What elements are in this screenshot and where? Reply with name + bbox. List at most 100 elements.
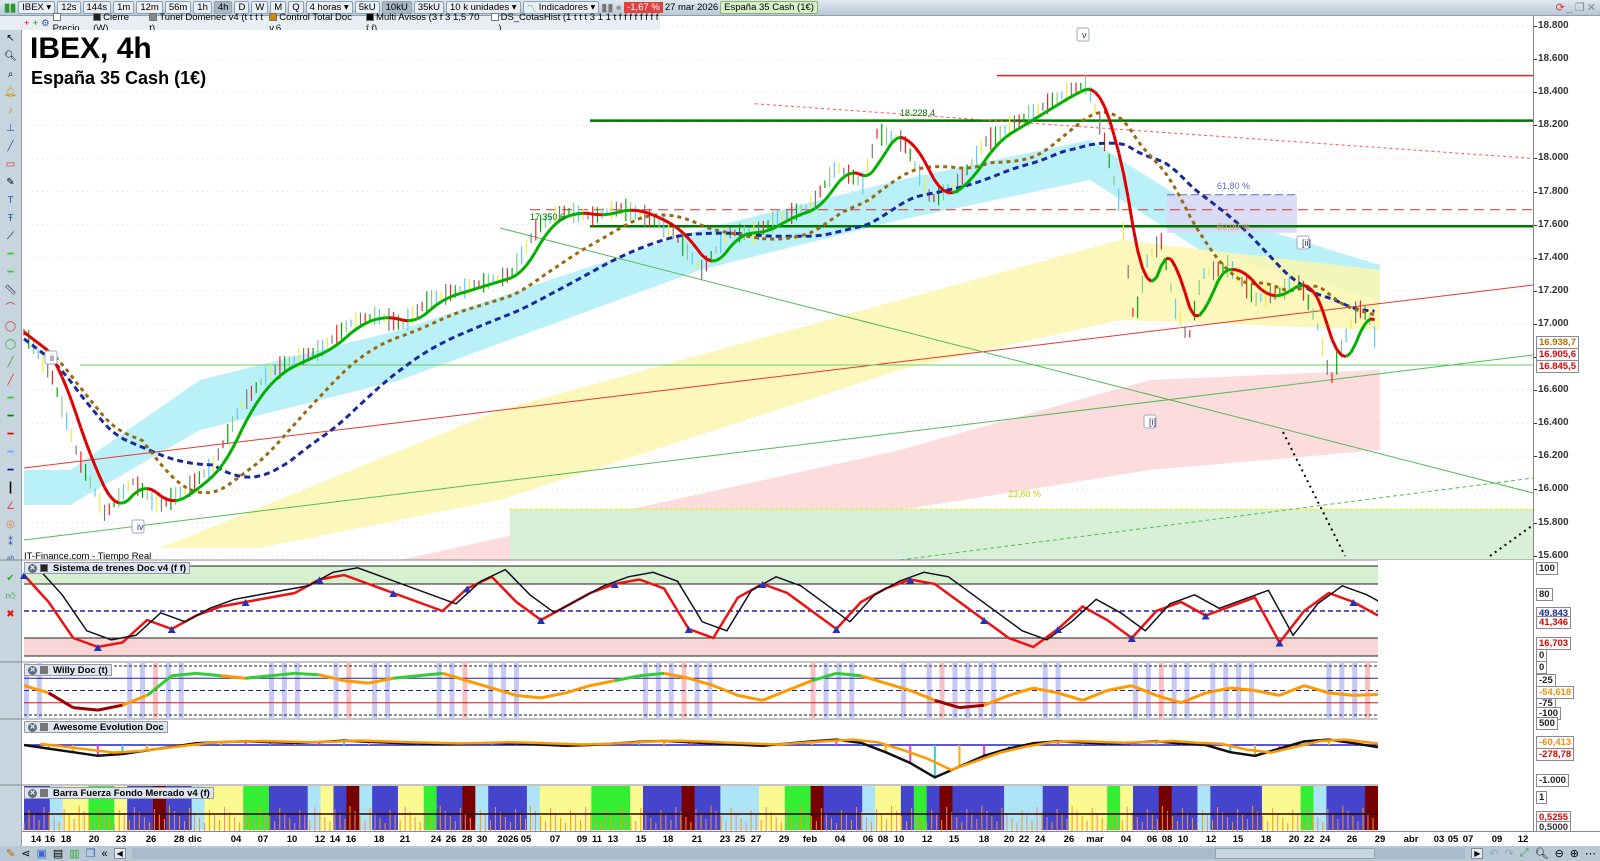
ma-fast [454, 292, 461, 297]
panel-title: Barra Fuerza Fondo Mercado v4 (f) [53, 787, 210, 799]
date-axis[interactable]: 14 16 18 20 23 26 28 dic 04 07 10 12 14 16 18 21 24 26 28 3… [22, 831, 1600, 846]
date-tick: 20 [1003, 834, 1015, 845]
close-panel-icon[interactable]: ✕ [28, 563, 37, 573]
force-bar [1094, 786, 1108, 830]
zoom-fit-icon[interactable]: 🔍︎ [1535, 847, 1549, 860]
ma-fast [317, 352, 324, 357]
ma-fast [1303, 283, 1309, 289]
ma-fast [857, 172, 864, 177]
willy-line [983, 694, 1010, 707]
force-bar [797, 786, 812, 830]
willy-line [1008, 686, 1034, 697]
horizontal-scrollbar[interactable] [131, 848, 1466, 859]
date-tick: 15 [635, 834, 647, 845]
force-bar [836, 786, 850, 830]
force-bar [1352, 786, 1366, 830]
date-tick: abr [1403, 834, 1419, 845]
date-tick: feb [802, 834, 818, 845]
zoom-out-icon[interactable]: ⊖ [1555, 847, 1564, 860]
panel-color-icon [40, 789, 48, 797]
draw-icon[interactable]: ✎ [6, 847, 15, 860]
force-bar [1313, 786, 1327, 830]
refresh-icon[interactable]: ⟳ [1556, 1, 1565, 14]
price-axis[interactable]: 18.800 18.600 18.400 18.200 18.000 17.800 17.6… [1533, 16, 1600, 846]
date-tick: 14 [329, 834, 341, 845]
date-tick: 06 [862, 834, 874, 845]
date-tick: 03 [1433, 834, 1445, 845]
date-tick: 26 [145, 834, 157, 845]
panel-axis-tick: 100 [1536, 562, 1558, 575]
restore-icon[interactable]: ❐ [1575, 1, 1585, 14]
close-icon[interactable]: ✕ [1587, 1, 1596, 14]
price-tick: 16.000 [1534, 483, 1569, 495]
panel-header-awesome[interactable]: ✕ Awesome Evolution Doc [24, 721, 168, 733]
force-bar [256, 786, 270, 830]
force-bar [926, 786, 941, 830]
panel-color-icon [40, 723, 48, 731]
ma-fast [620, 209, 627, 213]
date-tick: 09 [576, 834, 588, 845]
ma-fast [758, 230, 764, 235]
chat-icon[interactable]: ▣ [36, 847, 46, 860]
force-bar [281, 786, 296, 830]
willy-line [885, 681, 911, 692]
panel-header-willy[interactable]: ✕ Willy Doc (t) [24, 664, 112, 676]
date-tick: 12 [1517, 834, 1529, 845]
panel-header-trenes[interactable]: ✕ Sistema de trenes Doc v4 (f f) [24, 562, 191, 574]
windows-icon[interactable]: ❐ [86, 847, 96, 860]
willy-line [1303, 684, 1330, 695]
bottom-toolbar: ✎ ⋖ ▣ ▤ ▥ ❐ « ◀ ▶ ↶ ↷ ⤢ 🔍︎ ⊖ ⊕ ⋯ [0, 846, 1600, 861]
willy-line [47, 691, 75, 709]
date-tick: 16 [44, 834, 56, 845]
redo-icon[interactable]: ↷ [1505, 847, 1514, 860]
force-bar [565, 786, 579, 830]
close-panel-icon[interactable]: ✕ [28, 722, 37, 732]
ma-fast [1270, 293, 1276, 298]
layout-icon[interactable]: ▤ [53, 847, 63, 860]
minimize-icon[interactable]: _ [1567, 2, 1573, 14]
scroll-left-button[interactable]: ◀ [113, 848, 126, 859]
willy-line [73, 706, 99, 712]
price-tick: 18.400 [1534, 86, 1569, 98]
ma-fast [900, 135, 907, 141]
ma-fast [705, 257, 712, 263]
date-tick: 15 [1232, 834, 1244, 845]
willy-line [196, 671, 222, 678]
chart-area[interactable]: 18.228,4 17.350,6 61,80 % 50,00 % 23,60 % v ii… [0, 0, 1533, 831]
collapse-icon[interactable]: « [102, 848, 108, 860]
ma-fast [473, 286, 480, 291]
force-bar [501, 786, 515, 830]
date-tick: 2026 [497, 834, 519, 845]
panel-value-tag: -54,618 [1536, 686, 1575, 699]
force-bar [1197, 786, 1211, 830]
panel-value-tag: 41,346 [1536, 616, 1572, 629]
close-panel-icon[interactable]: ✕ [28, 788, 37, 798]
force-bar [359, 786, 373, 830]
ma-fast [762, 228, 769, 234]
more-icon[interactable]: ⋯ [1585, 847, 1596, 860]
date-tick: 21 [399, 834, 411, 845]
date-tick: 05 [1447, 834, 1459, 845]
autoscale-icon[interactable]: ⤢ [1520, 847, 1529, 860]
wave-v: v [1082, 30, 1087, 40]
ma-fast [644, 210, 651, 216]
templates-icon[interactable]: ▥ [69, 847, 79, 860]
panel-axis-tick: 80 [1536, 588, 1553, 601]
date-tick: 04 [1120, 834, 1132, 845]
share-icon[interactable]: ⋖ [21, 847, 30, 860]
force-bar [526, 786, 541, 830]
ma-fast [568, 213, 575, 218]
date-tick: 18 [662, 834, 674, 845]
panel-header-barra[interactable]: ✕ Barra Fuerza Fondo Mercado v4 (f) [24, 787, 214, 799]
ma-fast [293, 362, 300, 368]
scroll-right-button[interactable]: ▶ [1471, 848, 1484, 859]
panel-value-tag: 16,703 [1536, 637, 1572, 650]
date-tick: 04 [230, 834, 242, 845]
undo-icon[interactable]: ↶ [1489, 847, 1498, 860]
zoom-in-icon[interactable]: ⊕ [1570, 847, 1579, 860]
ma-fast [1165, 256, 1172, 261]
force-bar [1261, 786, 1276, 830]
force-bar [913, 786, 928, 830]
date-tick: 18 [373, 834, 385, 845]
close-panel-icon[interactable]: ✕ [28, 665, 37, 675]
